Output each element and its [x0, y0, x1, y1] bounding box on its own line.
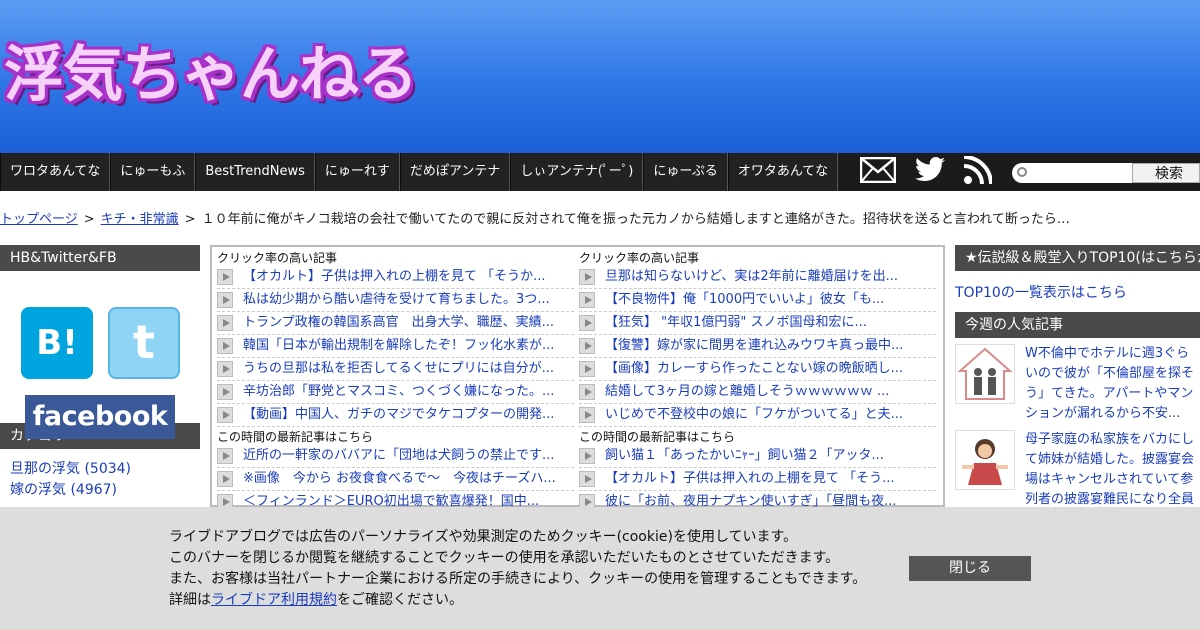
article-link[interactable]: 旦那は知らないけど、実は2年前に離婚届けを出...: [579, 266, 936, 289]
play-icon: [217, 471, 233, 487]
nav-item-3[interactable]: BestTrendNews: [195, 153, 315, 191]
nav-item-7[interactable]: にゅーぷる: [643, 153, 728, 191]
nav-item-8[interactable]: オワタあんてな: [727, 153, 839, 191]
play-icon: [217, 448, 233, 464]
cookie-close-button[interactable]: 閉じる: [909, 556, 1031, 581]
play-icon: [579, 292, 595, 308]
site-logo[interactable]: 浮気ちゃんねる: [4, 26, 418, 113]
article-link[interactable]: 近所の一軒家のババアに「団地は犬飼うの禁止です...: [217, 445, 574, 468]
left-sidebar: HB&Twitter&FB B! t facebook カテゴリー 旦那の浮気 …: [0, 245, 200, 501]
nav-item-5[interactable]: だめぽアンテナ: [399, 153, 511, 191]
breadcrumb-category[interactable]: キチ・非常識: [101, 212, 179, 227]
breadcrumb: トップページ > キチ・非常識 >１０年前に俺がキノコ栽培の会社で働いてたので親に反対…: [0, 212, 1070, 227]
mail-icon[interactable]: [859, 156, 897, 187]
article-link[interactable]: 【動画】中国人、ガチのマジでタケコプターの開発...: [217, 404, 574, 427]
social-buttons: B! t facebook: [0, 271, 200, 439]
play-icon: [217, 315, 233, 331]
popular-item[interactable]: 母子家庭の私家族をバカにして姉妹が結婚した。披露宴会場はキャンセルされていて参列…: [955, 424, 1200, 510]
play-icon: [579, 384, 595, 400]
play-icon: [217, 338, 233, 354]
section-title: クリック率の高い記事: [217, 251, 338, 265]
category-item[interactable]: 旦那の浮気 (5034): [10, 461, 131, 477]
article-column-left: クリック率の高い記事 【オカルト】子供は押入れの上棚を見て 「そうか... 私は…: [217, 250, 574, 514]
article-link[interactable]: 【復讐】嫁が家に間男を連れ込みウワキ真っ最中...: [579, 335, 936, 358]
rss-icon[interactable]: [963, 155, 993, 188]
article-ranking-box: クリック率の高い記事 【オカルト】子供は押入れの上棚を見て 「そうか... 私は…: [210, 245, 945, 514]
nav-item-1[interactable]: ワロタあんてな: [0, 153, 111, 191]
search-input[interactable]: [1012, 163, 1132, 183]
play-icon: [579, 315, 595, 331]
site-header: 浮気ちゃんねる: [0, 0, 1200, 153]
play-icon: [579, 338, 595, 354]
play-icon: [217, 384, 233, 400]
popular-item[interactable]: W不倫中でホテルに週3ぐらいので彼が「不倫部屋を探そう」てきた。アパートやマンシ…: [955, 338, 1200, 424]
article-link[interactable]: 【狂気】 "年収1億円弱" スノボ国母和宏に...: [579, 312, 936, 335]
section-title: クリック率の高い記事: [579, 251, 700, 265]
cookie-text: ライブドアブログでは広告のパーソナライズや効果測定のためクッキー(cookie)…: [169, 529, 867, 608]
nav-item-6[interactable]: しぃアンテナ(ﾟーﾟ): [510, 153, 644, 191]
article-link[interactable]: 【画像】カレーすら作ったことない嫁の晩飯晒し...: [579, 358, 936, 381]
breadcrumb-home[interactable]: トップページ: [0, 212, 78, 227]
legend-heading: ★伝説級＆殿堂入りTOP10(はこちらか: [955, 245, 1200, 271]
article-link[interactable]: ※画像 今から お夜食食べるで～ 今夜はチーズハ...: [217, 468, 574, 491]
terms-link[interactable]: ライブドア利用規約: [211, 592, 337, 608]
play-icon: [579, 361, 595, 377]
facebook-button[interactable]: facebook: [25, 395, 175, 439]
twitter-icon[interactable]: [914, 157, 946, 187]
nav-item-4[interactable]: にゅーれす: [314, 153, 400, 191]
weekly-heading: 今週の人気記事: [955, 312, 1200, 338]
couple-icon: [955, 344, 1015, 404]
play-icon: [217, 269, 233, 285]
play-icon: [579, 448, 595, 464]
article-link[interactable]: 飼い猫１「あったかいﾆｬｰ」飼い猫２「アッタ...: [579, 445, 936, 468]
cookie-banner: ライブドアブログでは広告のパーソナライズや効果測定のためクッキー(cookie)…: [0, 507, 1200, 630]
article-link[interactable]: 辛坊治郎「野党とマスコミ、つくづく嫌になった。...: [217, 381, 574, 404]
category-item[interactable]: 嫁の浮気 (4967): [10, 482, 117, 498]
nav-item-2[interactable]: にゅーもふ: [110, 153, 196, 191]
person-icon: [955, 430, 1015, 490]
social-heading: HB&Twitter&FB: [0, 245, 200, 271]
section-title: この時間の最新記事はこちら: [217, 430, 374, 444]
hatena-bookmark-button[interactable]: B!: [21, 307, 93, 379]
category-list: 旦那の浮気 (5034) 嫁の浮気 (4967): [0, 449, 200, 501]
article-link[interactable]: 【オカルト】子供は押入れの上棚を見て 「そう...: [579, 468, 936, 491]
right-sidebar: ★伝説級＆殿堂入りTOP10(はこちらか TOP10の一覧表示はこちら 今週の人…: [955, 245, 1200, 510]
play-icon: [217, 361, 233, 377]
article-link[interactable]: 【オカルト】子供は押入れの上棚を見て 「そうか...: [217, 266, 574, 289]
article-column-right: クリック率の高い記事 旦那は知らないけど、実は2年前に離婚届けを出... 【不良…: [579, 250, 936, 514]
play-icon: [579, 269, 595, 285]
article-link[interactable]: うちの旦那は私を拒否してるくせにプリには自分が...: [217, 358, 574, 381]
article-link[interactable]: 私は幼少期から酷い虐待を受けて育ちました。3つ...: [217, 289, 574, 312]
play-icon: [579, 407, 595, 423]
section-title: この時間の最新記事はこちら: [579, 430, 736, 444]
breadcrumb-current: １０年前に俺がキノコ栽培の会社で働いてたので親に反対されて俺を振った元カノから結…: [201, 212, 1070, 227]
nav-icon-group: [859, 153, 993, 191]
article-link[interactable]: 結婚して3ヶ月の嫁と離婚しそうｗｗｗｗｗｗ ...: [579, 381, 936, 404]
search-icon: [1017, 167, 1027, 177]
play-icon: [579, 471, 595, 487]
play-icon: [217, 292, 233, 308]
article-link[interactable]: 【不良物件】俺「1000円でいいよ」彼女「も...: [579, 289, 936, 312]
article-link[interactable]: いじめで不登校中の娘に「フケがついてる」と夫...: [579, 404, 936, 427]
twitter-button[interactable]: t: [108, 307, 180, 379]
search-button[interactable]: 検索: [1132, 163, 1200, 183]
play-icon: [217, 407, 233, 423]
article-link[interactable]: 韓国「日本が輸出規制を解除したぞ！フッ化水素が...: [217, 335, 574, 358]
top10-link[interactable]: TOP10の一覧表示はこちら: [955, 285, 1127, 301]
article-link[interactable]: トランプ政権の韓国系高官 出身大学、職歴、実績...: [217, 312, 574, 335]
